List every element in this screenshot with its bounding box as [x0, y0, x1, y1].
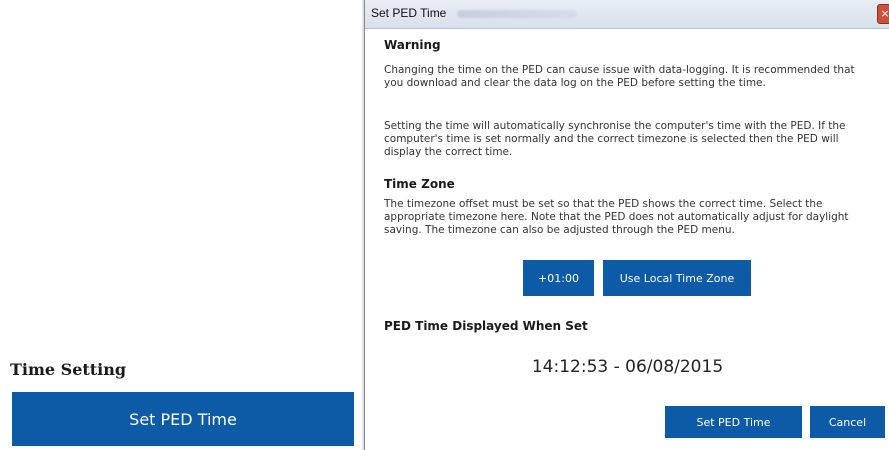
- use-local-time-zone-button[interactable]: Use Local Time Zone: [603, 260, 751, 296]
- time-setting-heading: Time Setting: [10, 360, 127, 379]
- timezone-heading: Time Zone: [384, 177, 455, 191]
- timezone-offset-button[interactable]: +01:00: [523, 260, 594, 296]
- dialog-titlebar[interactable]: Set PED Time ×: [365, 0, 889, 29]
- title-blur-overlay: [457, 10, 577, 18]
- set-ped-time-main-button[interactable]: Set PED Time: [12, 392, 354, 446]
- warning-heading: Warning: [384, 38, 441, 52]
- cancel-button[interactable]: Cancel: [810, 406, 885, 438]
- ped-time-value: 14:12:53 - 06/08/2015: [531, 357, 724, 377]
- dialog-title: Set PED Time: [371, 6, 447, 20]
- close-icon[interactable]: ×: [877, 4, 889, 24]
- timezone-paragraph: The timezone offset must be set so that …: [384, 198, 849, 236]
- set-ped-time-button[interactable]: Set PED Time: [665, 406, 802, 438]
- warning-paragraph-1: Changing the time on the PED can cause i…: [384, 64, 855, 89]
- warning-paragraph-2: Setting the time will automatically sync…: [384, 120, 846, 158]
- ped-time-heading: PED Time Displayed When Set: [384, 319, 588, 333]
- set-ped-time-dialog: Set PED Time × Warning Changing the time…: [364, 0, 889, 450]
